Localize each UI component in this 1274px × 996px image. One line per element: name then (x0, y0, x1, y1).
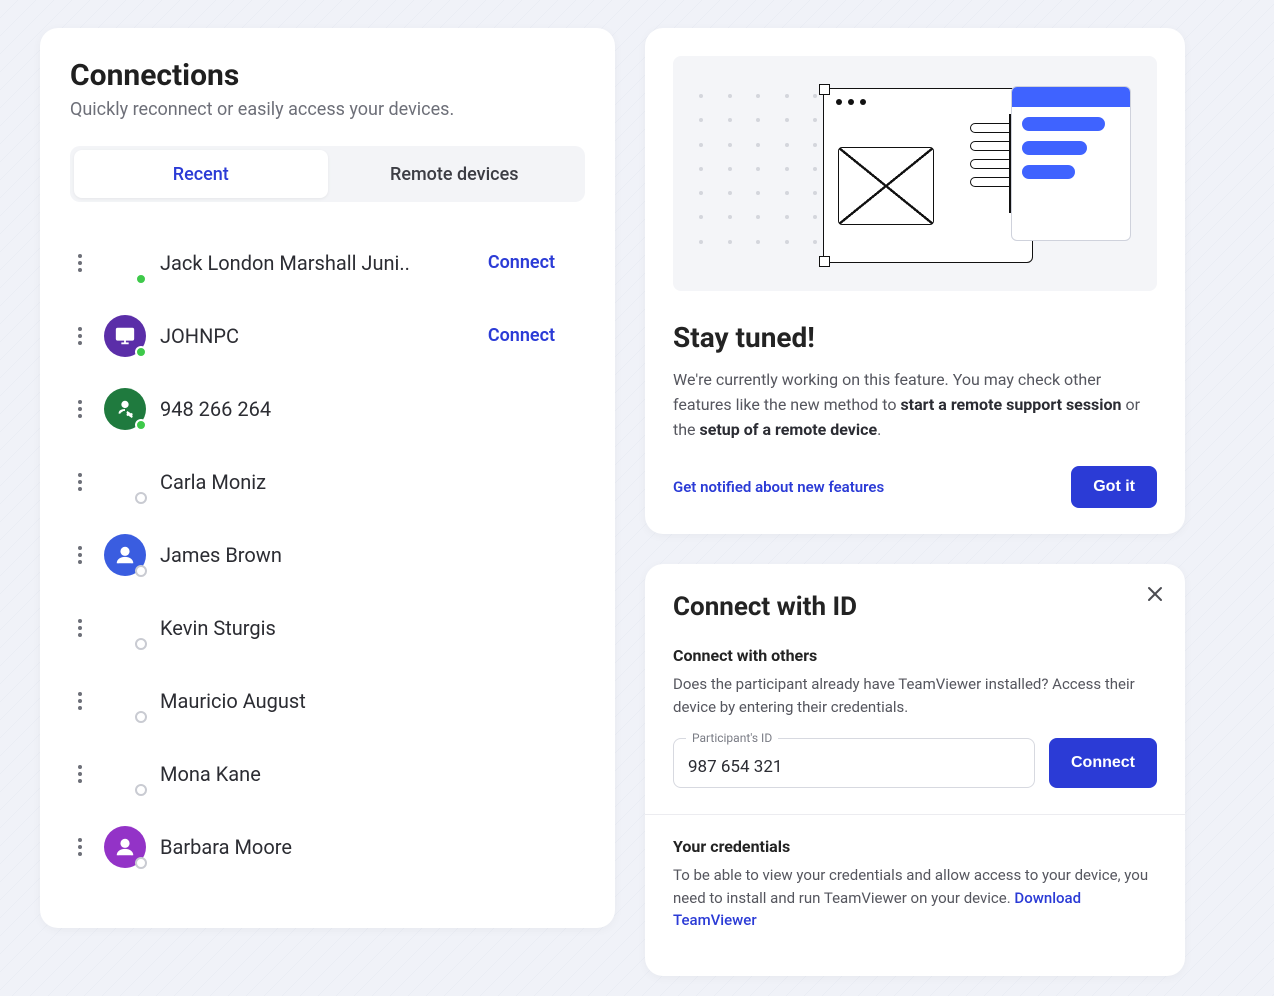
status-dot (135, 784, 147, 796)
status-dot (135, 565, 147, 577)
connect-button[interactable]: Connect (1049, 738, 1157, 788)
status-dot (135, 638, 147, 650)
kebab-icon[interactable] (70, 546, 90, 564)
your-credentials-text: To be able to view your credentials and … (673, 864, 1157, 932)
divider (645, 814, 1185, 815)
connection-name: Barbara Moore (160, 835, 585, 859)
got-it-button[interactable]: Got it (1071, 466, 1157, 508)
participant-id-field[interactable]: Participant's ID (673, 738, 1035, 788)
connection-name: Mona Kane (160, 762, 585, 786)
feature-text: We're currently working on this feature.… (673, 368, 1157, 442)
avatar-placeholder (104, 461, 146, 503)
feature-card: Stay tuned! We're currently working on t… (645, 28, 1185, 534)
feature-text-suffix: . (877, 420, 881, 439)
connection-row: JOHNPC Connect (70, 299, 585, 372)
feature-title: Stay tuned! (673, 321, 1157, 354)
participant-id-label: Participant's ID (686, 731, 778, 745)
feature-text-bold2: setup of a remote device (700, 420, 878, 439)
connection-row: 948 266 264 (70, 372, 585, 445)
notify-features-link[interactable]: Get notified about new features (673, 478, 884, 496)
connection-row: Kevin Sturgis (70, 591, 585, 664)
kebab-icon[interactable] (70, 400, 90, 418)
connect-link[interactable]: Connect (488, 325, 585, 346)
tab-remote-devices[interactable]: Remote devices (328, 150, 582, 198)
status-dot (135, 273, 147, 285)
your-credentials-heading: Your credentials (673, 837, 1157, 856)
connection-row: James Brown (70, 518, 585, 591)
connection-name: Jack London Marshall Juni.. (160, 251, 474, 275)
status-dot (135, 857, 147, 869)
connection-name: JOHNPC (160, 324, 474, 348)
tab-recent[interactable]: Recent (74, 150, 328, 198)
kebab-icon[interactable] (70, 692, 90, 710)
connection-name: Mauricio August (160, 689, 585, 713)
status-dot (135, 492, 147, 504)
connect-id-card: Connect with ID Connect with others Does… (645, 564, 1185, 976)
connections-list: Jack London Marshall Juni..ConnectJOHNPC… (70, 226, 585, 928)
avatar-placeholder (104, 753, 146, 795)
person-icon (104, 826, 146, 868)
connect-others-text: Does the participant already have TeamVi… (673, 673, 1157, 718)
avatar-placeholder (104, 607, 146, 649)
connections-title: Connections (70, 58, 585, 93)
status-dot (135, 711, 147, 723)
kebab-icon[interactable] (70, 838, 90, 856)
connections-subtitle: Quickly reconnect or easily access your … (70, 99, 585, 120)
kebab-icon[interactable] (70, 619, 90, 637)
connection-name: James Brown (160, 543, 585, 567)
kebab-icon[interactable] (70, 254, 90, 272)
participant-id-input[interactable] (688, 757, 1020, 777)
avatar-placeholder (104, 242, 146, 284)
connect-id-title: Connect with ID (673, 592, 1157, 622)
kebab-icon[interactable] (70, 473, 90, 491)
feature-illustration (673, 56, 1157, 291)
monitor-icon (104, 315, 146, 357)
connection-row: Jack London Marshall Juni.. Connect (70, 226, 585, 299)
connection-row: Barbara Moore (70, 810, 585, 883)
connection-name: Carla Moniz (160, 470, 585, 494)
kebab-icon[interactable] (70, 765, 90, 783)
connect-others-heading: Connect with others (673, 646, 1157, 665)
connection-name: 948 266 264 (160, 397, 585, 421)
connect-link[interactable]: Connect (488, 252, 585, 273)
kebab-icon[interactable] (70, 327, 90, 345)
connection-row: Mauricio August (70, 664, 585, 737)
connections-tabs: Recent Remote devices (70, 146, 585, 202)
avatar-placeholder (104, 680, 146, 722)
connection-row: Mona Kane (70, 737, 585, 810)
status-dot (135, 346, 147, 358)
connection-name: Kevin Sturgis (160, 616, 585, 640)
session-icon (104, 388, 146, 430)
connection-row: Carla Moniz (70, 445, 585, 518)
person-icon (104, 534, 146, 576)
status-dot (135, 419, 147, 431)
connections-card: Connections Quickly reconnect or easily … (40, 28, 615, 928)
feature-text-bold1: start a remote support session (900, 395, 1121, 414)
close-icon[interactable] (1147, 586, 1163, 607)
